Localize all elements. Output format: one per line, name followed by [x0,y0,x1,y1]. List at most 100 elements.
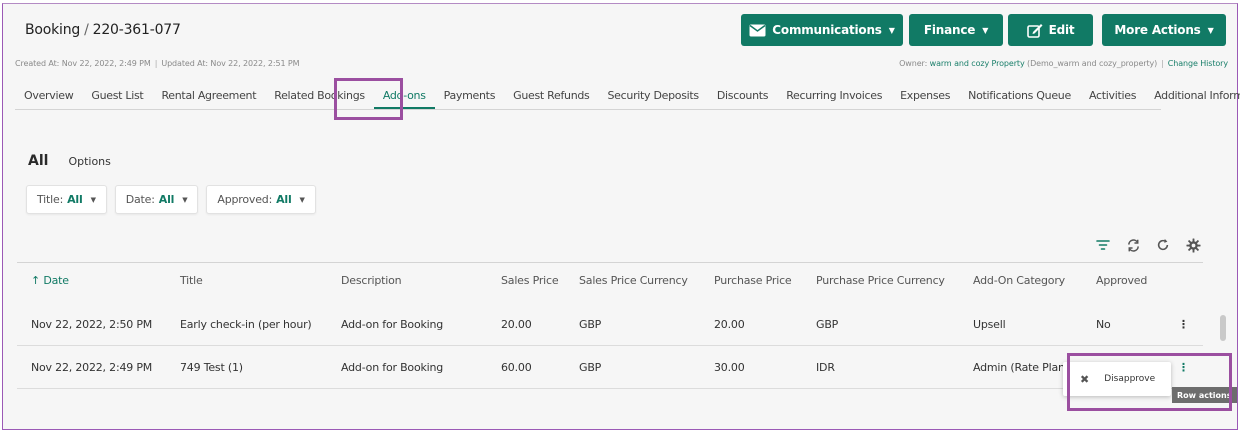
more-actions-button[interactable]: More Actions ▼ [1102,14,1226,46]
tab-recurring-invoices[interactable]: Recurring Invoices [777,82,891,109]
subtab-all[interactable]: All [28,153,48,169]
finance-label: Finance [923,23,976,37]
table-row[interactable]: Nov 22, 2022, 2:49 PM 749 Test (1) Add-o… [17,347,1203,389]
sort-up-icon: ↑ [31,274,41,287]
tab-overview[interactable]: Overview [15,82,82,109]
filter-label: Date: [125,193,155,206]
edit-icon [1026,23,1043,38]
owner-info: Owner: warm and cozy Property (Demo_warm… [899,59,1228,68]
tab-add-ons[interactable]: Add-ons [373,82,435,109]
page-title: Booking/220-361-077 [25,22,181,38]
date-filter[interactable]: Date: All ▼ [114,185,199,214]
column-description[interactable]: Description [341,274,402,287]
cell-sales-price-currency: GBP [579,361,602,374]
tab-expenses[interactable]: Expenses [891,82,959,109]
booking-id: 220-361-077 [92,22,181,38]
communications-button[interactable]: Communications ▼ [741,14,903,46]
title-separator: / [84,22,89,38]
filter-label: Approved: [217,193,273,206]
column-sales-price-currency[interactable]: Sales Price Currency [579,274,688,287]
tab-rental-agreement[interactable]: Rental Agreement [152,82,265,109]
grid-top-border [17,262,1203,263]
cell-title: Early check-in (per hour) [180,318,312,331]
owner-link[interactable]: warm and cozy Property [930,59,1025,68]
tab-guest-refunds[interactable]: Guest Refunds [504,82,598,109]
chevron-down-icon: ▼ [888,25,895,35]
chevron-down-icon: ▼ [982,25,989,35]
change-history-link[interactable]: Change History [1168,59,1228,68]
more-actions-label: More Actions [1114,23,1201,37]
communications-label: Communications [772,23,882,37]
close-icon: ✖ [1080,372,1090,386]
approved-filter[interactable]: Approved: All ▼ [206,185,316,214]
cell-title: 749 Test (1) [180,361,243,374]
chevron-down-icon: ▼ [299,195,305,204]
column-title[interactable]: Title [180,274,203,287]
row-actions-tooltip: Row actions [1172,387,1237,403]
owner-label: Owner: [899,59,928,68]
refresh-icon[interactable] [1154,236,1172,254]
finance-button[interactable]: Finance ▼ [909,14,1003,46]
subtab-options[interactable]: Options [68,155,110,168]
kebab-icon[interactable]: ⋮ [1178,361,1189,374]
tab-related-bookings[interactable]: Related Bookings [265,82,374,109]
kebab-icon[interactable]: ⋮ [1178,318,1189,331]
booking-tabs: Overview Guest List Rental Agreement Rel… [15,82,1240,110]
tab-additional-information[interactable]: Additional Information [1145,82,1240,109]
tab-activities[interactable]: Activities [1080,82,1145,109]
page-title-label: Booking [25,22,81,38]
column-approved[interactable]: Approved [1096,274,1147,287]
column-purchase-price-currency[interactable]: Purchase Price Currency [816,274,945,287]
cell-purchase-price: 20.00 [714,318,745,331]
cell-description: Add-on for Booking [341,361,444,374]
cell-sales-price: 20.00 [501,318,532,331]
meta-divider: | [154,59,158,68]
cell-addon-category: Upsell [973,318,1006,331]
chevron-down-icon: ▼ [182,195,188,204]
gear-icon[interactable] [1184,236,1202,254]
title-filter[interactable]: Title: All ▼ [26,185,107,214]
grid-toolbar [1094,236,1202,254]
owner-code: (Demo_warm and cozy_property) [1027,59,1158,68]
filter-bar: Title: All ▼ Date: All ▼ Approved: All ▼ [26,185,316,214]
edit-label: Edit [1048,23,1075,37]
created-at: Created At: Nov 22, 2022, 2:49 PM [15,59,151,68]
chevron-down-icon: ▼ [1207,25,1214,35]
cell-date: Nov 22, 2022, 2:49 PM [31,361,153,374]
column-sales-price[interactable]: Sales Price [501,274,559,287]
filter-value: All [158,193,175,206]
sync-icon[interactable] [1124,236,1142,254]
chevron-down-icon: ▼ [90,195,96,204]
tab-discounts[interactable]: Discounts [708,82,777,109]
tab-payments[interactable]: Payments [435,82,505,109]
cell-purchase-price-currency: GBP [816,318,839,331]
envelope-icon [749,24,766,37]
disapprove-menu-item[interactable]: Disapprove [1104,374,1155,384]
edit-button[interactable]: Edit [1008,14,1093,46]
table-scrollbar[interactable] [1220,315,1226,341]
addon-subtabs: All Options [28,153,111,169]
table-header: ↑ Date Title Description Sales Price Sal… [17,266,1203,296]
filter-icon[interactable] [1094,236,1112,254]
cell-purchase-price: 30.00 [714,361,745,374]
column-date-label: Date [43,274,69,287]
filter-value: All [67,193,83,206]
row-actions-menu: ✖ Disapprove [1063,362,1171,396]
updated-at: Updated At: Nov 22, 2022, 2:51 PM [161,59,300,68]
column-purchase-price[interactable]: Purchase Price [714,274,792,287]
column-date[interactable]: ↑ Date [31,274,69,287]
tab-notifications-queue[interactable]: Notifications Queue [959,82,1080,109]
cell-purchase-price-currency: IDR [816,361,835,374]
tab-security-deposits[interactable]: Security Deposits [599,82,708,109]
cell-date: Nov 22, 2022, 2:50 PM [31,318,153,331]
booking-timestamps: Created At: Nov 22, 2022, 2:49 PM | Update… [15,59,300,68]
filter-label: Title: [37,193,64,206]
table-row[interactable]: Nov 22, 2022, 2:50 PM Early check-in (pe… [17,304,1203,346]
cell-sales-price-currency: GBP [579,318,602,331]
tab-guest-list[interactable]: Guest List [82,82,152,109]
cell-sales-price: 60.00 [501,361,532,374]
meta-divider: | [1161,59,1164,68]
cell-approved: No [1096,318,1111,331]
column-addon-category[interactable]: Add-On Category [973,274,1065,287]
cell-description: Add-on for Booking [341,318,444,331]
